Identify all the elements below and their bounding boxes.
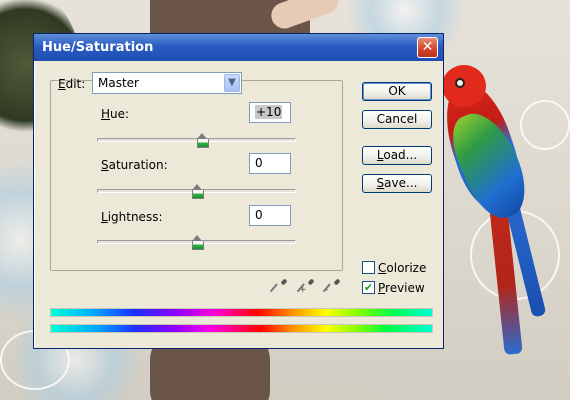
output-color-spectrum bbox=[50, 324, 433, 333]
saturation-value: 0 bbox=[255, 156, 263, 170]
eyedropper-icon[interactable] bbox=[274, 279, 288, 295]
eyedropper-plus-icon[interactable]: + bbox=[299, 279, 315, 295]
colorize-label: Colorize bbox=[378, 261, 427, 275]
ok-button[interactable]: OK bbox=[362, 82, 432, 101]
cancel-button[interactable]: Cancel bbox=[362, 110, 432, 129]
lightness-slider-thumb[interactable] bbox=[191, 235, 204, 250]
hue-value: +10 bbox=[255, 105, 283, 119]
dialog-title: Hue/Saturation bbox=[42, 40, 154, 55]
hue-label: Hue: bbox=[101, 107, 130, 121]
input-color-spectrum bbox=[50, 308, 433, 317]
lightness-label: Lightness: bbox=[101, 210, 163, 224]
saturation-input[interactable]: 0 bbox=[249, 153, 291, 174]
saturation-label: Saturation: bbox=[101, 158, 168, 172]
hue-input[interactable]: +10 bbox=[249, 102, 291, 123]
checkmark-icon: ✔ bbox=[363, 281, 374, 294]
save-button[interactable]: Save... bbox=[362, 174, 432, 193]
close-button[interactable]: ✕ bbox=[417, 37, 438, 58]
minus-mark: - bbox=[325, 285, 329, 295]
hue-saturation-dialog: Hue/Saturation ✕ Edit: Master ▼ Hue: +10… bbox=[33, 33, 444, 349]
preview-checkbox[interactable]: ✔ bbox=[362, 281, 375, 294]
close-icon: ✕ bbox=[421, 39, 434, 55]
swirl-ornament bbox=[520, 100, 570, 150]
edit-dropdown-value: Master bbox=[98, 76, 139, 90]
chevron-down-icon[interactable]: ▼ bbox=[224, 74, 240, 92]
saturation-slider-thumb[interactable] bbox=[191, 184, 204, 199]
hue-slider-thumb[interactable] bbox=[196, 133, 210, 148]
plus-mark: + bbox=[299, 285, 307, 295]
lightness-value: 0 bbox=[255, 208, 263, 222]
lightness-input[interactable]: 0 bbox=[249, 205, 291, 226]
dialog-titlebar[interactable]: Hue/Saturation bbox=[34, 34, 443, 61]
edit-dropdown[interactable]: Master ▼ bbox=[92, 72, 242, 94]
colorize-checkbox[interactable] bbox=[362, 261, 375, 274]
parrot-eye bbox=[455, 78, 465, 88]
eyedropper-minus-icon[interactable]: - bbox=[325, 279, 341, 295]
load-button[interactable]: Load... bbox=[362, 146, 432, 165]
edit-label: Edit: bbox=[58, 77, 86, 91]
preview-label: Preview bbox=[378, 281, 425, 295]
